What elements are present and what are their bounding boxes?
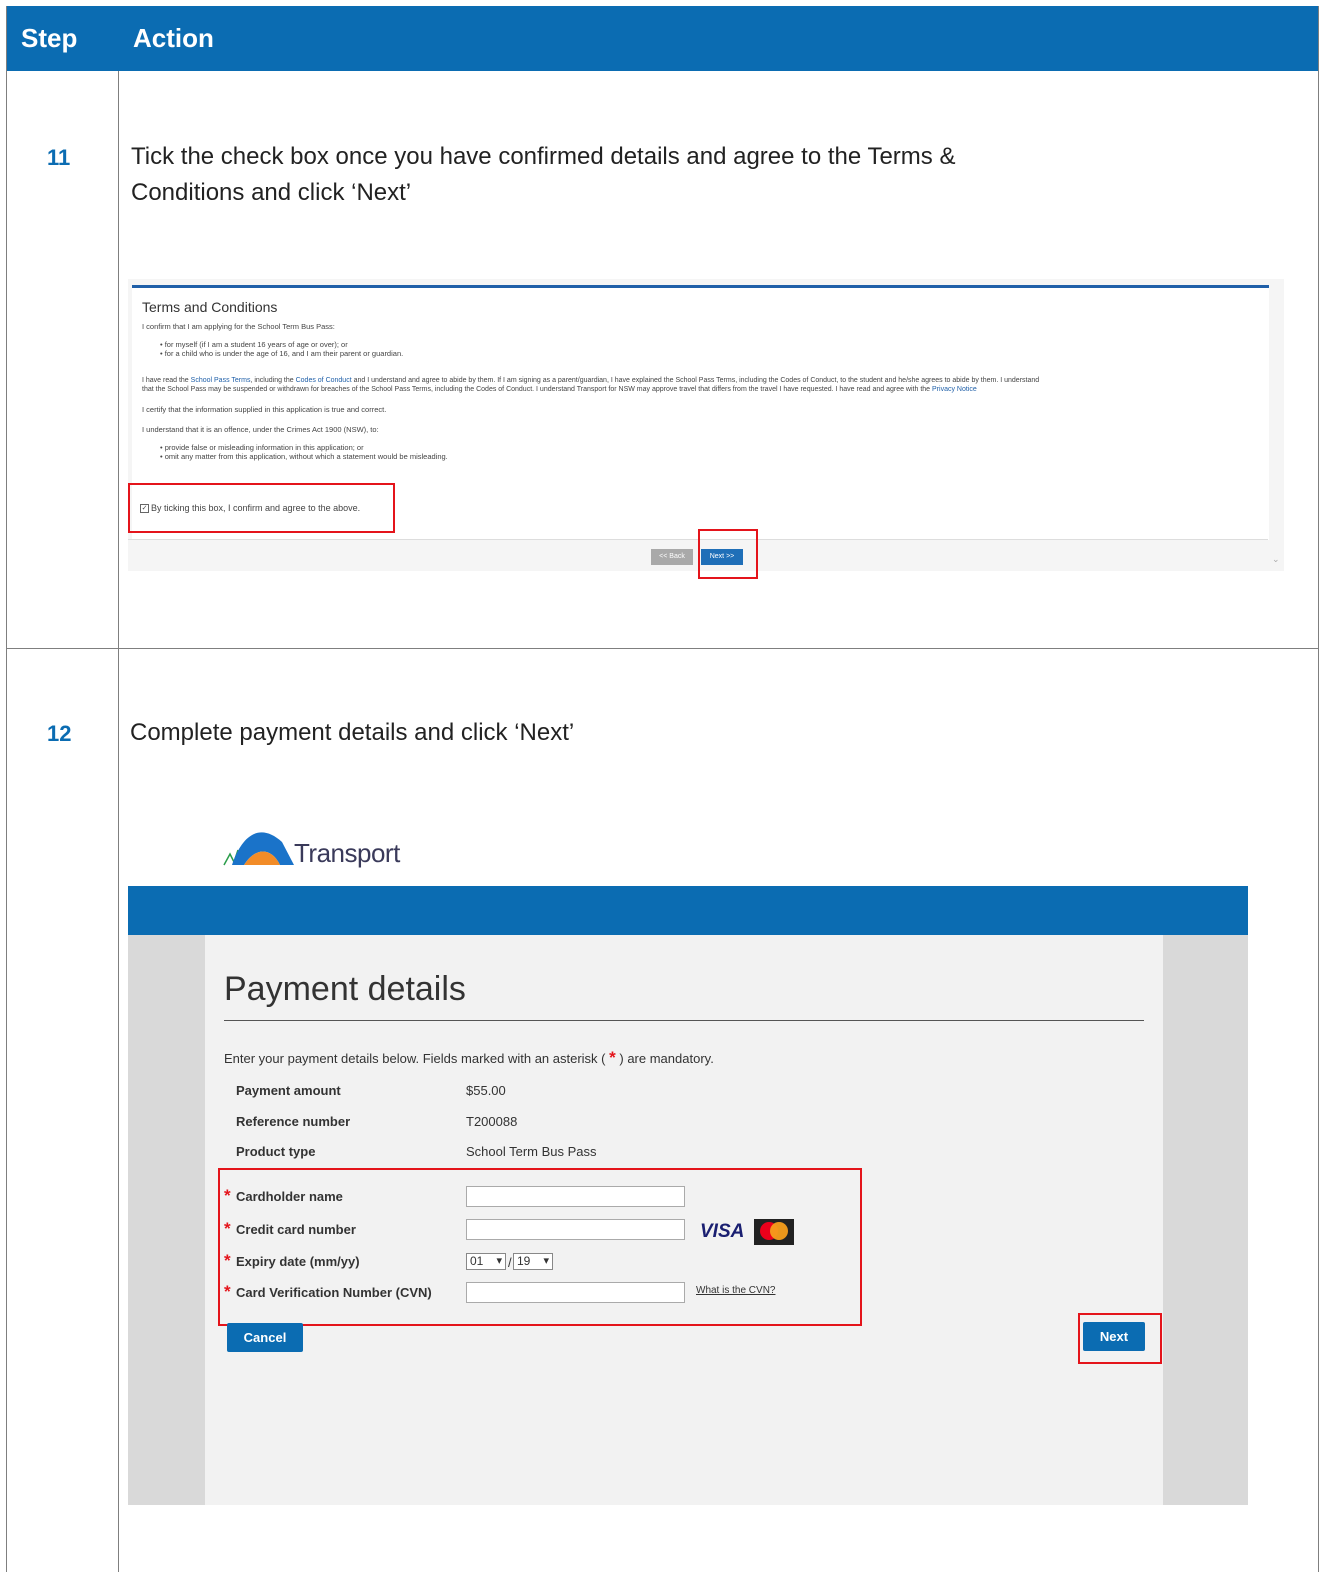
terms-bullet-1: • for myself (if I am a student 16 years… <box>160 340 348 349</box>
payment-amount-value: $55.00 <box>466 1083 506 1098</box>
privacy-notice-link[interactable]: Privacy Notice <box>932 386 977 393</box>
header-step: Step <box>21 23 78 53</box>
terms-read-prefix: I have read the <box>142 377 189 384</box>
terms-read-rest: and I understand and agree to abide by t… <box>353 377 1040 384</box>
step-number-12: 12 <box>47 721 72 746</box>
intro-suffix: ) are mandatory. <box>619 1051 714 1066</box>
terms-offence-bullet-2-text: omit any matter from this application, w… <box>164 452 448 461</box>
terms-title: Terms and Conditions <box>142 299 278 315</box>
step11-instruction-line1: Tick the check box once you have confirm… <box>131 143 956 170</box>
terms-read-line1: I have read the School Pass Terms, inclu… <box>142 377 1039 384</box>
title-rule <box>224 1020 1144 1021</box>
agree-checkbox-label: By ticking this box, I confirm and agree… <box>151 503 361 513</box>
terms-bullet-2: • for a child who is under the age of 16… <box>160 349 404 358</box>
terms-bullet-1-text: for myself (if I am a student 16 years o… <box>164 340 348 349</box>
back-button[interactable]: << Back <box>651 549 693 565</box>
step-number-11: 11 <box>47 145 71 170</box>
header-action: Action <box>133 23 214 53</box>
scroll-down-icon[interactable]: ⌄ <box>1272 554 1280 565</box>
reference-number-label: Reference number <box>236 1114 351 1129</box>
terms-confirm-line: I confirm that I am applying for the Sch… <box>142 322 335 331</box>
row-divider <box>7 648 1318 649</box>
codes-of-conduct-link[interactable]: Codes of Conduct <box>296 377 352 384</box>
column-divider <box>118 71 119 1572</box>
terms-certify-line: I certify that the information supplied … <box>142 405 387 414</box>
payment-intro: Enter your payment details below. Fields… <box>224 1048 714 1068</box>
step12-instruction: Complete payment details and click ‘Next… <box>130 719 575 746</box>
terms-read-line2-text: that the School Pass may be suspended or… <box>142 386 931 393</box>
terms-read-line2: that the School Pass may be suspended or… <box>142 386 977 393</box>
reference-number-value: T200088 <box>466 1114 518 1129</box>
terms-offence-bullet-1-text: provide false or misleading information … <box>164 443 364 452</box>
payment-amount-label: Payment amount <box>236 1083 341 1098</box>
card-fields-highlight <box>218 1168 862 1326</box>
intro-asterisk: * <box>609 1048 616 1067</box>
table-header: Step Action <box>7 6 1318 71</box>
next-highlight <box>698 529 758 579</box>
site-header-bar <box>128 886 1248 935</box>
terms-screenshot: Terms and Conditions I confirm that I am… <box>128 279 1284 579</box>
step11-instruction: Tick the check box once you have confirm… <box>131 139 955 211</box>
transport-logo-text: Transport <box>294 838 400 868</box>
terms-offence-bullet-1: • provide false or misleading informatio… <box>160 443 364 452</box>
checkbox-checked-icon[interactable]: ✓ <box>140 504 149 514</box>
next-highlight <box>1078 1313 1162 1364</box>
terms-offence-line: I understand that it is an offence, unde… <box>142 425 379 434</box>
terms-bullet-2-text: for a child who is under the age of 16, … <box>164 349 404 358</box>
product-type-value: School Term Bus Pass <box>466 1144 597 1159</box>
step11-instruction-line2: Conditions and click ‘Next’ <box>131 179 412 206</box>
school-pass-terms-link[interactable]: School Pass Terms <box>191 377 251 384</box>
terms-offence-bullet-2: • omit any matter from this application,… <box>160 452 448 461</box>
page-title: Payment details <box>224 970 466 1008</box>
agree-checkbox[interactable]: ✓ By ticking this box, I confirm and agre… <box>140 503 361 514</box>
terms-read-mid: , including the <box>250 377 294 384</box>
cancel-button[interactable]: Cancel <box>227 1323 303 1352</box>
product-type-label: Product type <box>236 1144 316 1159</box>
intro-prefix: Enter your payment details below. Fields… <box>224 1051 606 1066</box>
